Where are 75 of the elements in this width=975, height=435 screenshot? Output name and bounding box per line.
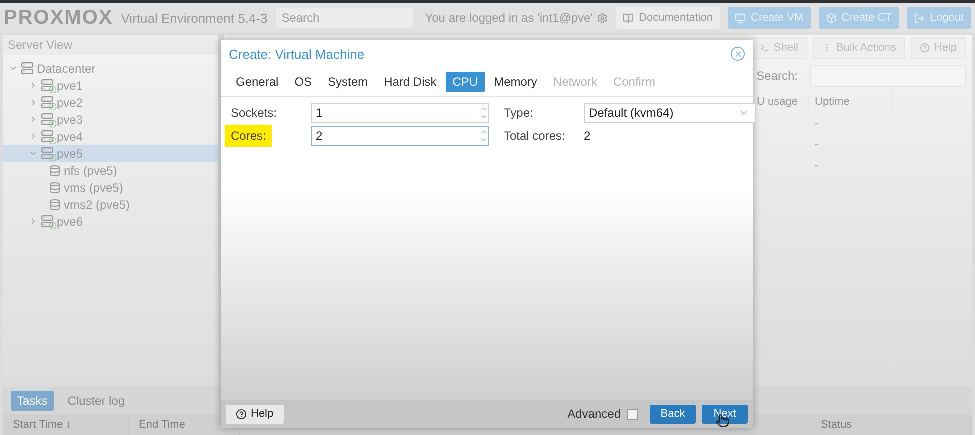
tab[interactable]: Hard Disk [377, 72, 444, 92]
server-icon [41, 79, 54, 92]
tree-item[interactable]: pve5 [3, 145, 218, 162]
tab[interactable]: Tasks [11, 391, 54, 411]
login-text: You are logged in as 'int1@pve' [425, 11, 594, 25]
tree-item[interactable]: pve1 [3, 77, 218, 94]
field-label: Type: [504, 106, 534, 120]
settings-icon[interactable] [597, 12, 608, 24]
chevron-icon[interactable] [29, 149, 38, 158]
help-button[interactable]: Help [226, 404, 284, 424]
header-button[interactable]: Logout [907, 7, 971, 29]
next-button[interactable]: Next [702, 404, 748, 424]
advanced-label: Advanced [568, 407, 621, 421]
number-field[interactable]: 2 [311, 126, 489, 146]
help-icon [236, 408, 247, 420]
field-label: Sockets: [231, 106, 278, 120]
tree-item[interactable]: nfs (pve5) [3, 162, 218, 179]
logo: PROXMOX [4, 6, 114, 30]
chevron-icon[interactable] [9, 64, 18, 73]
server-icon [41, 96, 54, 109]
chevron-icon[interactable] [29, 81, 38, 90]
tab[interactable]: CPU [446, 72, 486, 92]
table-cell: - [809, 156, 892, 177]
tree-item[interactable]: pve4 [3, 128, 218, 145]
server-icon [41, 130, 54, 143]
tab[interactable]: Memory [487, 72, 544, 92]
database-icon [49, 164, 61, 176]
cube-icon [826, 12, 837, 24]
tab[interactable]: System [321, 72, 376, 92]
server-icon [41, 113, 54, 126]
book-icon [623, 12, 634, 24]
search-field[interactable]: Search [276, 8, 413, 28]
advanced-checkbox[interactable] [627, 408, 638, 420]
close-button[interactable] [731, 47, 745, 61]
tree-item[interactable]: pve6 [3, 213, 218, 230]
tree-item[interactable]: Datacenter [3, 60, 218, 77]
search-label: Search: [756, 69, 798, 83]
back-button[interactable]: Back [650, 404, 696, 424]
server-icon [41, 147, 54, 160]
tree-item[interactable]: pve2 [3, 94, 218, 111]
view-selector[interactable]: Server View [3, 35, 218, 55]
tab[interactable]: OS [288, 72, 320, 92]
terminal-icon [760, 43, 770, 53]
close-icon [734, 50, 742, 58]
dialog-title: Create: Virtual Machine [229, 46, 365, 62]
column-header[interactable]: Start Time ↓ [3, 415, 129, 435]
server-icon [41, 215, 54, 228]
tab[interactable]: General [229, 72, 286, 92]
number-field[interactable]: 1 [311, 103, 489, 123]
table-cell: - [809, 135, 892, 156]
field-value: 2 [584, 129, 591, 143]
field-label: Total cores: [504, 129, 566, 143]
tab[interactable]: Cluster log [62, 391, 132, 411]
tree-item[interactable]: vms (pve5) [3, 179, 218, 196]
help-icon [920, 43, 930, 53]
chevron-icon[interactable] [29, 98, 38, 107]
chevron-icon[interactable] [29, 115, 38, 124]
version-text: Virtual Environment 5.4-3 [121, 10, 268, 26]
table-cell: - [809, 114, 892, 135]
field-label: Cores: [225, 125, 272, 147]
database-icon [49, 198, 61, 210]
database-icon [49, 182, 61, 194]
header-button[interactable]: Documentation [616, 7, 720, 29]
datacenter-icon [21, 62, 34, 75]
chevron-icon[interactable] [29, 132, 38, 141]
monitor-icon [735, 12, 746, 24]
tree-item[interactable]: vms2 (pve5) [3, 196, 218, 213]
chevron-icon[interactable] [29, 217, 38, 226]
header-button[interactable]: Create VM [728, 7, 811, 29]
header-button[interactable]: Create CT [818, 7, 900, 29]
type-dropdown[interactable]: Default (kvm64) [584, 103, 756, 123]
column-header[interactable]: Status [811, 415, 972, 435]
tree-item[interactable]: pve3 [3, 111, 218, 128]
logout-icon [914, 12, 926, 24]
column-header[interactable]: Uptime [809, 91, 892, 114]
